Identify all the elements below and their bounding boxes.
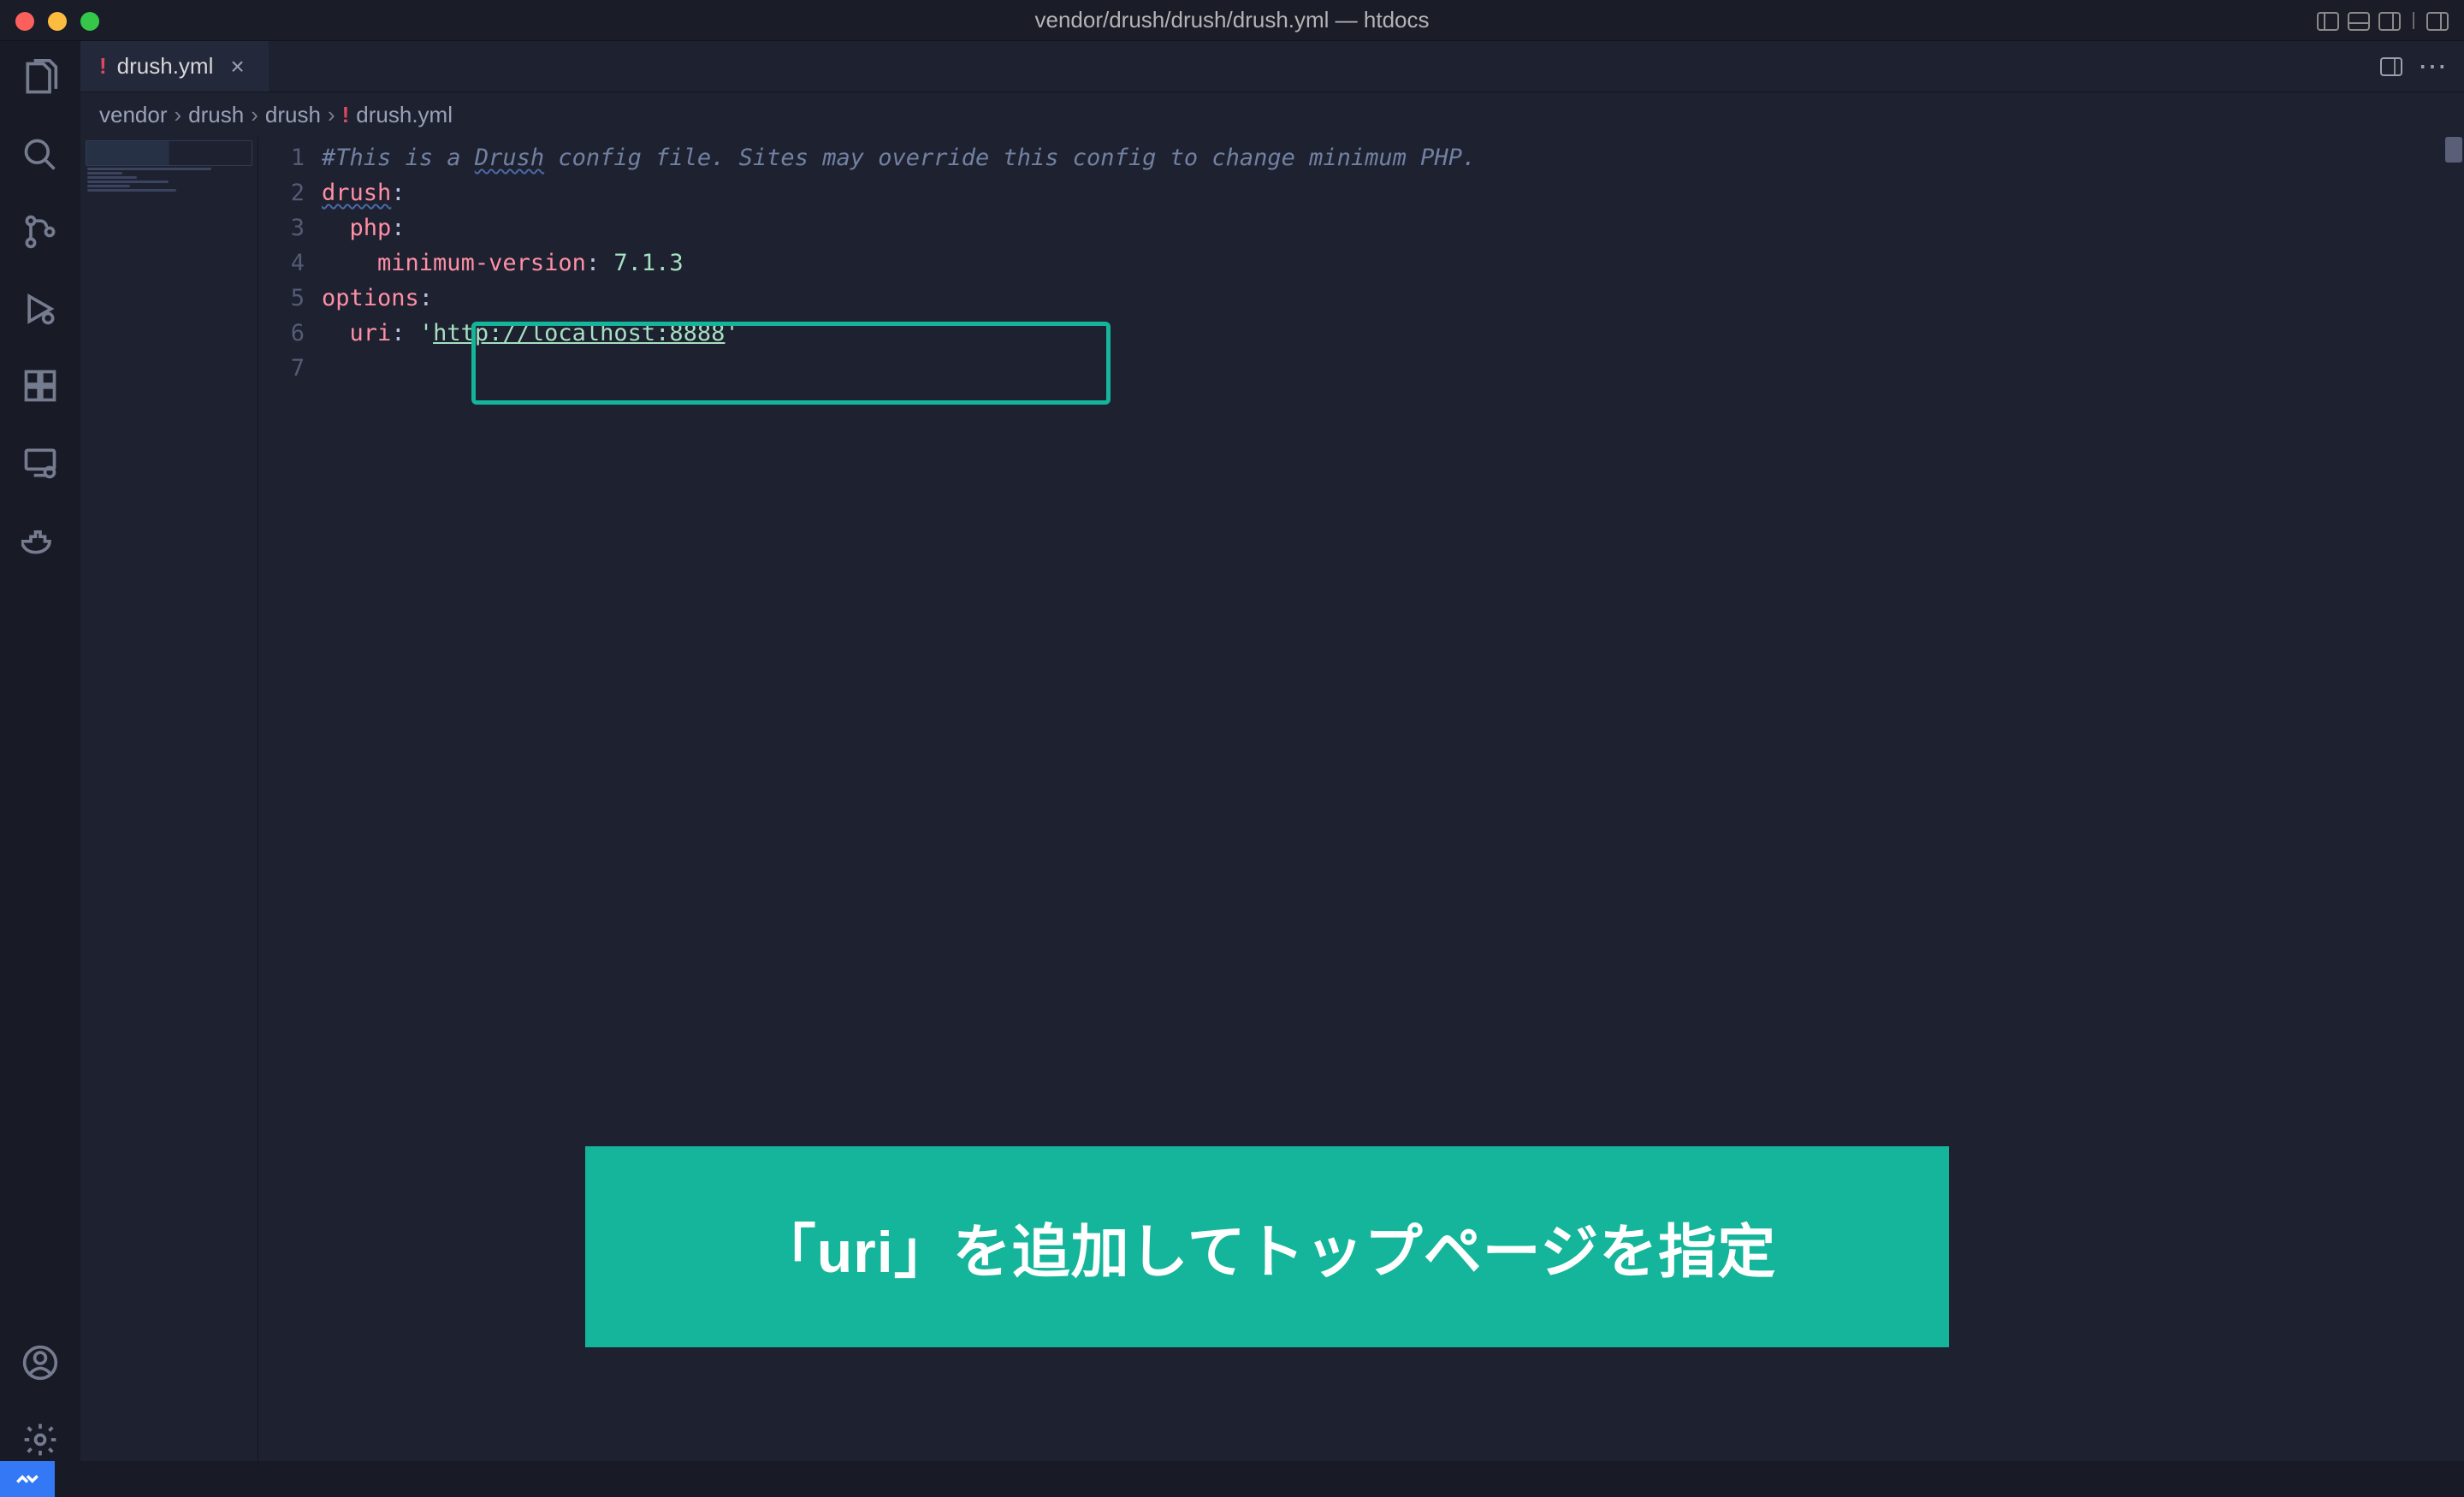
explorer-icon[interactable] [19,56,62,99]
yaml-file-icon: ! [342,102,350,128]
window-controls [15,12,99,31]
tab-drush-yml[interactable]: ! drush.yml × [80,41,269,92]
extensions-icon[interactable] [19,364,62,407]
tab-label: drush.yml [117,53,214,80]
remote-explorer-icon[interactable] [19,441,62,484]
window-title: vendor/drush/drush/drush.yml — htdocs [1035,7,1430,33]
scroll-thumb[interactable] [2445,137,2462,163]
zoom-window-button[interactable] [80,12,99,31]
activity-bar [0,41,80,1461]
close-window-button[interactable] [15,12,34,31]
close-tab-icon[interactable]: × [230,53,244,80]
settings-gear-icon[interactable] [19,1418,62,1461]
remote-indicator[interactable] [0,1461,55,1497]
annotation-banner: 「uri」を追加してトップページを指定 [585,1146,1949,1347]
source-control-icon[interactable] [19,210,62,253]
title-bar: vendor/drush/drush/drush.yml — htdocs [0,0,2464,41]
toggle-secondary-sidebar-icon[interactable] [2378,12,2401,31]
run-debug-icon[interactable] [19,287,62,330]
customize-layout-icon[interactable] [2426,12,2449,31]
breadcrumb[interactable]: vendor› drush› drush› ! drush.yml [80,92,2464,137]
search-icon[interactable] [19,133,62,176]
line-number-gutter: 12 34 56 7 [258,137,322,1461]
overview-ruler[interactable] [2440,137,2464,1461]
minimize-window-button[interactable] [48,12,67,31]
more-actions-icon[interactable]: ⋯ [2418,50,2447,84]
status-bar [0,1461,2464,1497]
toggle-sidebar-icon[interactable] [2317,12,2339,31]
accounts-icon[interactable] [19,1341,62,1384]
toggle-panel-icon[interactable] [2348,12,2370,31]
minimap[interactable] [80,137,258,1461]
yaml-file-icon: ! [99,53,107,80]
split-editor-icon[interactable] [2380,57,2402,76]
title-bar-layout-controls [2317,12,2449,31]
tab-bar: ! drush.yml × ⋯ [80,41,2464,92]
docker-icon[interactable] [19,518,62,561]
